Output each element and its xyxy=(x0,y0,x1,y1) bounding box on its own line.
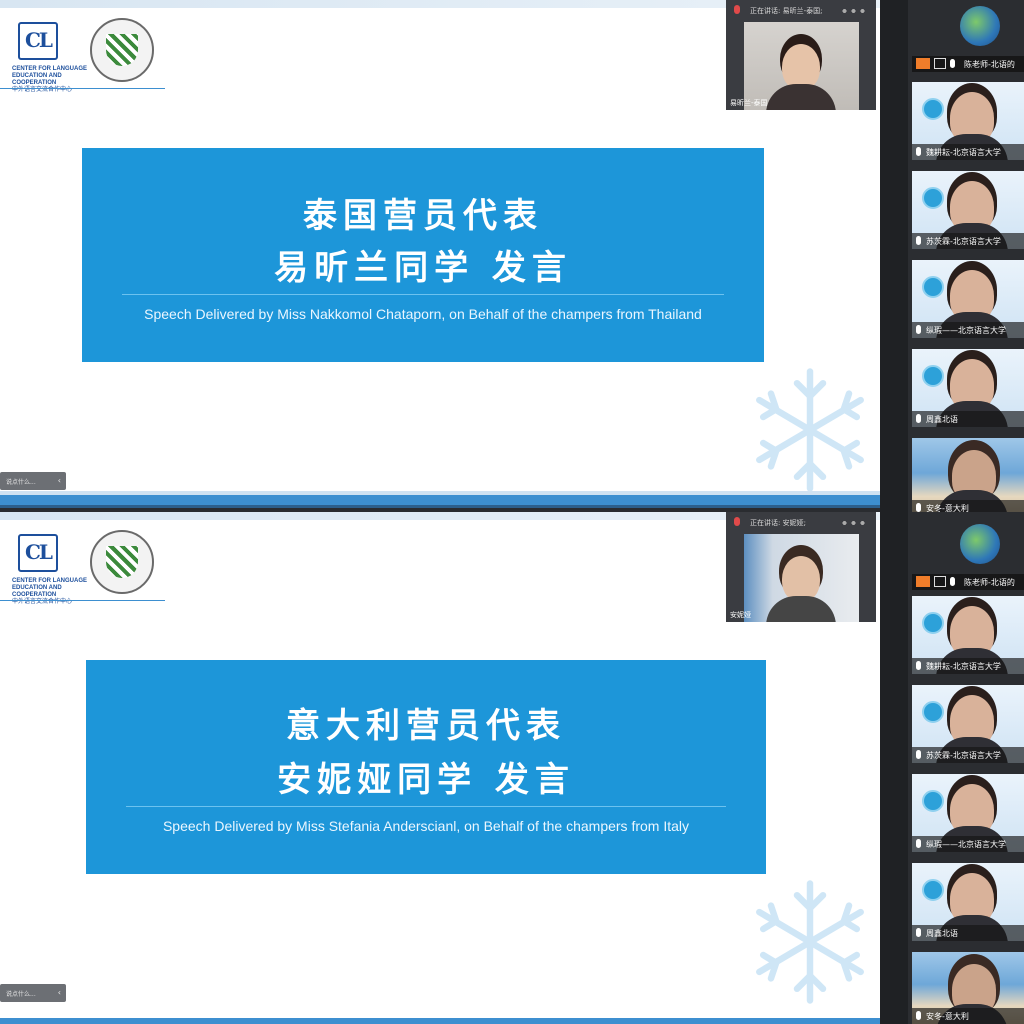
banner-title-line2: 安妮娅同学 发言 xyxy=(277,760,575,800)
microphone-icon xyxy=(916,147,921,156)
speaker-video xyxy=(744,22,859,110)
banner-divider xyxy=(122,294,724,295)
slide-bottom-bar xyxy=(0,495,880,505)
active-speaker-window[interactable]: 正在讲话: 易昕兰-泰国; 易昕兰-泰国 xyxy=(726,0,876,110)
host-icon xyxy=(916,58,930,69)
microphone-icon xyxy=(950,59,955,68)
participant-tile[interactable]: 周鑫北语 xyxy=(912,863,1024,941)
logo-underline xyxy=(0,88,165,89)
microphone-icon xyxy=(950,577,955,586)
host-icon xyxy=(916,576,930,587)
participant-sidebar: 陈老师-北语的 魏耕耘-北京语言大学 苏茨霖-北京语言大学 纵瑕——北京语言大学… xyxy=(880,512,1024,1024)
speech-banner: 泰国营员代表 易昕兰同学 发言 Speech Delivered by Miss… xyxy=(82,148,764,362)
speaker-name: 易昕兰-泰国 xyxy=(730,99,768,107)
university-seal-logo xyxy=(90,18,154,82)
clec-logo-mark: CL xyxy=(18,22,58,60)
chevron-left-icon: ‹ xyxy=(57,476,61,485)
banner-subtitle: Speech Delivered by Miss Stefania Anders… xyxy=(162,818,690,834)
participant-tile[interactable]: 安冬-意大利 xyxy=(912,438,1024,512)
meeting-view-2: CL CENTER FOR LANGUAGE EDUCATION AND COO… xyxy=(0,512,1024,1024)
speaker-name: 安妮娅 xyxy=(730,611,751,619)
logo-underline xyxy=(0,600,165,601)
microphone-icon xyxy=(734,5,740,14)
banner-subtitle: Speech Delivered by Miss Nakkomol Chatap… xyxy=(144,306,702,322)
slide-bottom-bar xyxy=(0,1018,880,1024)
banner-title-line2: 易昕兰同学 发言 xyxy=(274,248,572,288)
microphone-icon xyxy=(916,236,921,245)
active-speaker-window[interactable]: 正在讲话: 安妮娅; 安妮娅 xyxy=(726,512,876,622)
snowflake-icon xyxy=(756,368,864,492)
meeting-view-1: CL CENTER FOR LANGUAGE EDUCATION AND COO… xyxy=(0,0,1024,512)
microphone-icon xyxy=(916,414,921,423)
participant-tile[interactable]: 纵瑕——北京语言大学 xyxy=(912,774,1024,852)
participant-tile[interactable]: 魏耕耘-北京语言大学 xyxy=(912,82,1024,160)
university-seal-logo xyxy=(90,530,154,594)
banner-title-line1: 泰国营员代表 xyxy=(303,196,543,236)
microphone-icon xyxy=(916,661,921,670)
chat-input-button[interactable]: 说点什么... ‹ xyxy=(0,472,66,490)
chat-input-button[interactable]: 说点什么... ‹ xyxy=(0,984,66,1002)
globe-avatar xyxy=(960,524,1000,564)
more-options-icon[interactable] xyxy=(840,520,868,526)
clec-logo-text: CENTER FOR LANGUAGE EDUCATION AND COOPER… xyxy=(12,66,87,93)
screen-share-icon xyxy=(934,58,946,69)
chevron-left-icon: ‹ xyxy=(57,988,61,997)
clec-logo: CL CENTER FOR LANGUAGE EDUCATION AND COO… xyxy=(12,532,87,605)
participant-tile[interactable]: 周鑫北语 xyxy=(912,349,1024,427)
microphone-icon xyxy=(916,750,921,759)
active-speaker-header: 正在讲话: 安妮娅; xyxy=(726,512,876,532)
microphone-icon xyxy=(916,1011,921,1020)
speaker-video xyxy=(744,534,859,622)
participant-tile[interactable]: 苏茨霖-北京语言大学 xyxy=(912,685,1024,763)
banner-title-line1: 意大利营员代表 xyxy=(286,706,566,746)
participant-tile[interactable]: 纵瑕——北京语言大学 xyxy=(912,260,1024,338)
participant-tile[interactable]: 魏耕耘-北京语言大学 xyxy=(912,596,1024,674)
speech-banner: 意大利营员代表 安妮娅同学 发言 Speech Delivered by Mis… xyxy=(86,660,766,874)
participant-tile[interactable]: 陈老师-北语的 xyxy=(912,518,1024,590)
globe-avatar xyxy=(960,6,1000,46)
active-speaker-header: 正在讲话: 易昕兰-泰国; xyxy=(726,0,876,20)
participant-tile[interactable]: 安冬-意大利 xyxy=(912,952,1024,1024)
microphone-icon xyxy=(734,517,740,526)
banner-divider xyxy=(126,806,726,807)
participant-tile[interactable]: 陈老师-北语的 xyxy=(912,0,1024,72)
microphone-icon xyxy=(916,325,921,334)
participant-sidebar: 陈老师-北语的 魏耕耘-北京语言大学 苏茨霖-北京语言大学 纵瑕——北京语言大学… xyxy=(880,0,1024,512)
more-options-icon[interactable] xyxy=(840,8,868,14)
microphone-icon xyxy=(916,839,921,848)
meeting-recording: CL CENTER FOR LANGUAGE EDUCATION AND COO… xyxy=(0,0,1024,1024)
screen-share-icon xyxy=(934,576,946,587)
microphone-icon xyxy=(916,503,921,512)
clec-logo-text: CENTER FOR LANGUAGE EDUCATION AND COOPER… xyxy=(12,578,87,605)
microphone-icon xyxy=(916,928,921,937)
snowflake-icon xyxy=(756,880,864,1004)
clec-logo-mark: CL xyxy=(18,534,58,572)
participant-tile[interactable]: 苏茨霖-北京语言大学 xyxy=(912,171,1024,249)
clec-logo: CL CENTER FOR LANGUAGE EDUCATION AND COO… xyxy=(12,20,87,93)
